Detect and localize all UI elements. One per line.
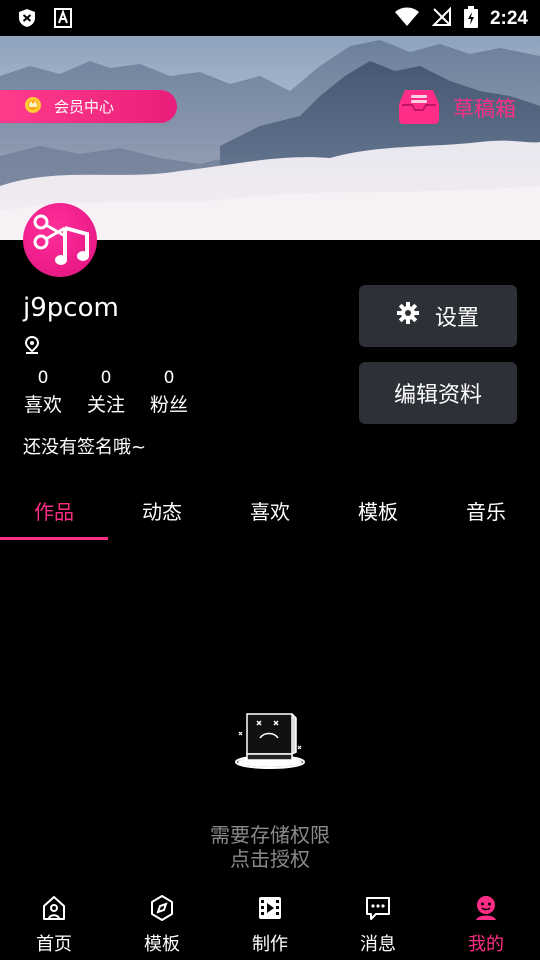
content-tabs: 作品 动态 喜欢 模板 音乐 (0, 480, 540, 540)
permission-line: 需要存储权限 (210, 823, 330, 847)
authorize-line: 点击授权 (230, 847, 310, 871)
avatar[interactable] (23, 203, 97, 277)
tab-label: 作品 (34, 499, 74, 524)
tab-label: 喜欢 (250, 499, 290, 524)
nav-label: 模板 (144, 934, 180, 955)
crown-medal-icon (24, 96, 42, 118)
tab-activity[interactable]: 动态 (108, 480, 216, 540)
edit-profile-label: 编辑资料 (393, 383, 482, 408)
location-pin-icon (23, 335, 41, 358)
tab-templates[interactable]: 模板 (324, 480, 432, 540)
stat-fans[interactable]: 0 粉丝 (149, 368, 189, 417)
tab-label: 音乐 (466, 499, 506, 524)
drafts-label: 草稿箱 (453, 97, 516, 121)
drafts-button[interactable]: 草稿箱 (399, 88, 516, 128)
font-icon (52, 8, 74, 28)
profile-icon (472, 894, 500, 926)
battery-icon (463, 6, 478, 32)
stat-count: 0 (163, 368, 175, 388)
vip-center-button[interactable]: 会员中心 (0, 90, 177, 123)
tab-works[interactable]: 作品 (0, 480, 108, 540)
stat-label: 喜欢 (23, 394, 62, 416)
bottom-navigation: 首页 模板 制作 消息 我的 (0, 888, 540, 960)
settings-label: 设置 (434, 306, 479, 331)
stat-likes[interactable]: 0 喜欢 (23, 368, 63, 417)
tab-music[interactable]: 音乐 (432, 480, 540, 540)
home-icon (40, 894, 68, 926)
stat-following[interactable]: 0 关注 (86, 368, 126, 417)
inbox-tray-icon (399, 88, 439, 128)
vip-center-label: 会员中心 (54, 98, 115, 116)
stat-label: 粉丝 (149, 394, 188, 416)
stat-count: 0 (37, 368, 49, 388)
nav-messages[interactable]: 消息 (324, 888, 432, 960)
nav-profile[interactable]: 我的 (432, 888, 540, 960)
stat-count: 0 (100, 368, 112, 388)
wifi-icon (394, 7, 420, 31)
nav-label: 消息 (360, 934, 396, 955)
settings-button[interactable]: 设置 (359, 285, 517, 347)
storage-permission-prompt[interactable]: 需要存储权限 点击授权 (0, 823, 540, 871)
scissors-music-icon (33, 214, 89, 265)
clock-time: 2:24 (489, 8, 528, 29)
nav-label: 我的 (468, 934, 504, 955)
nav-templates[interactable]: 模板 (108, 888, 216, 960)
film-icon (256, 894, 284, 926)
profile-stats: 0 喜欢 0 关注 0 粉丝 (23, 368, 189, 417)
nav-label: 首页 (36, 934, 72, 955)
no-signal-icon (431, 6, 452, 31)
nav-label: 制作 (252, 934, 288, 955)
signature-text: 还没有签名哦~ (23, 437, 147, 458)
nav-home[interactable]: 首页 (0, 888, 108, 960)
tab-likes[interactable]: 喜欢 (216, 480, 324, 540)
shield-icon (16, 8, 38, 28)
message-icon (364, 894, 392, 926)
edit-profile-button[interactable]: 编辑资料 (359, 362, 517, 424)
status-bar: 2:24 (0, 0, 540, 36)
stat-label: 关注 (86, 394, 125, 416)
empty-scroll-icon (234, 708, 306, 774)
compass-icon (148, 894, 176, 926)
tab-label: 动态 (142, 499, 182, 524)
username: j9pcom (23, 293, 119, 323)
gear-icon (396, 302, 419, 330)
nav-create[interactable]: 制作 (216, 888, 324, 960)
tab-label: 模板 (358, 499, 398, 524)
